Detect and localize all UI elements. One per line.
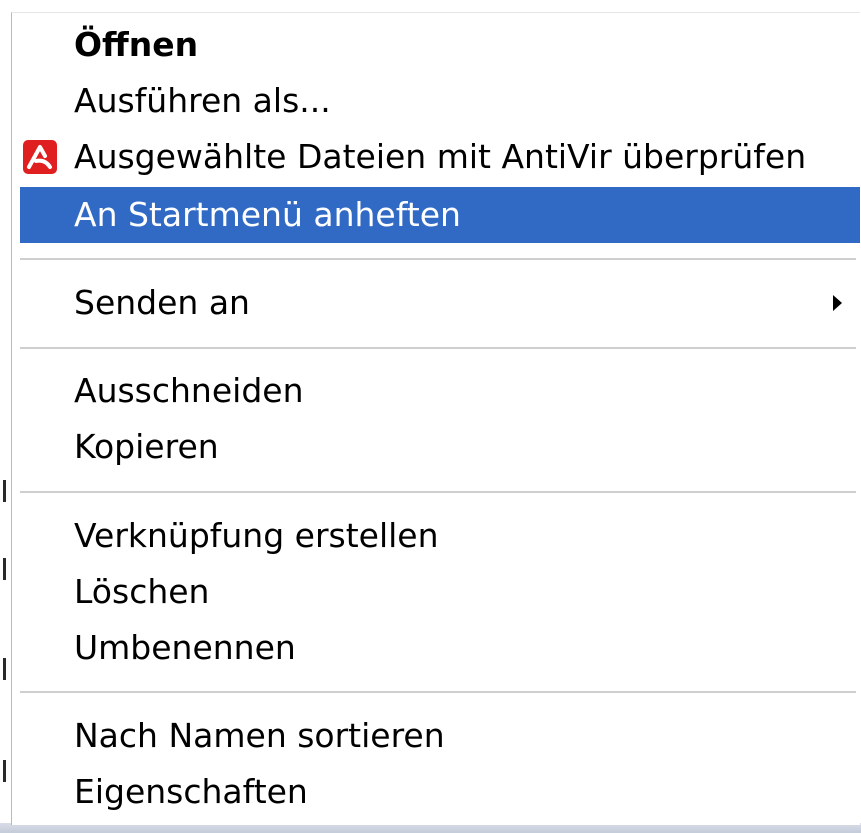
menu-item-label: Ausführen als... — [74, 81, 331, 120]
menu-item-label: Verknüpfung erstellen — [74, 516, 439, 555]
menu-item-pin-to-start[interactable]: An Startmenü anheften — [20, 187, 860, 243]
menu-item-sort-by-name[interactable]: Nach Namen sortieren — [20, 708, 860, 764]
antivir-icon — [23, 140, 57, 174]
menu-item-label: Öffnen — [74, 25, 199, 64]
menu-item-rename[interactable]: Umbenennen — [20, 620, 860, 676]
menu-item-cut[interactable]: Ausschneiden — [20, 363, 860, 419]
menu-item-send-to[interactable]: Senden an — [20, 275, 860, 331]
menu-item-open[interactable]: Öffnen — [20, 17, 860, 73]
menu-separator — [20, 691, 856, 695]
menu-item-label: Ausgewählte Dateien mit AntiVir überprüf… — [74, 137, 807, 176]
menu-item-label: Umbenennen — [74, 628, 296, 667]
menu-item-label: Senden an — [74, 283, 250, 322]
menu-item-label: Löschen — [74, 572, 210, 611]
menu-item-create-shortcut[interactable]: Verknüpfung erstellen — [20, 508, 860, 564]
menu-item-run-as[interactable]: Ausführen als... — [20, 73, 860, 129]
menu-item-antivir-scan[interactable]: Ausgewählte Dateien mit AntiVir überprüf… — [20, 129, 860, 185]
menu-item-copy[interactable]: Kopieren — [20, 419, 860, 475]
menu-item-label: Ausschneiden — [74, 371, 304, 410]
menu-separator — [20, 491, 856, 495]
menu-item-label: Nach Namen sortieren — [74, 716, 445, 755]
context-menu: Öffnen Ausführen als... Ausgewählte Date… — [11, 12, 860, 825]
menu-item-label: Eigenschaften — [74, 772, 308, 811]
menu-item-delete[interactable]: Löschen — [20, 564, 860, 620]
menu-item-label: An Startmenü anheften — [74, 195, 461, 234]
menu-item-label: Kopieren — [74, 427, 219, 466]
menu-separator — [20, 347, 856, 351]
menu-separator — [20, 258, 856, 262]
menu-item-properties[interactable]: Eigenschaften — [20, 764, 860, 820]
submenu-arrow-icon — [833, 295, 842, 311]
